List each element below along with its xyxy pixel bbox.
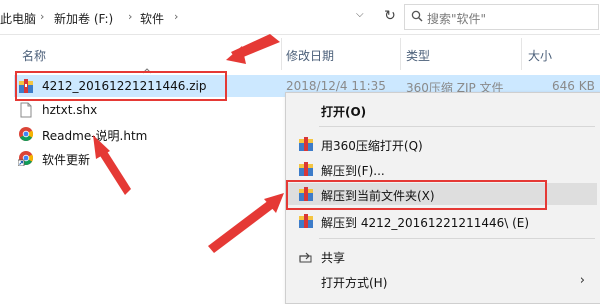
column-modified[interactable]: 修改日期 [286, 47, 334, 64]
breadcrumb-drive[interactable]: 新加卷 (F:) [54, 10, 113, 27]
submenu-arrow-icon: › [579, 273, 585, 288]
breadcrumb-separator-icon[interactable]: › [128, 10, 132, 23]
menu-item-share[interactable]: 共享 [288, 245, 597, 267]
column-type[interactable]: 类型 [406, 47, 430, 64]
menu-separator [319, 126, 595, 127]
zip-archive-icon [19, 79, 33, 93]
zip-archive-icon [299, 137, 313, 151]
refresh-icon[interactable]: ↻ [380, 6, 400, 26]
zip-archive-icon [299, 162, 313, 176]
menu-separator [319, 238, 595, 239]
address-dropdown-icon[interactable]: ⌵ [356, 9, 364, 20]
menu-item-extract-folder[interactable]: 解压到 4212_20161221211446\ (E) [288, 210, 597, 232]
menu-item-extract-here[interactable]: 解压到当前文件夹(X) [288, 183, 597, 205]
menu-item-open-360[interactable]: 用360压缩打开(Q) [288, 133, 597, 155]
menu-item-open-with[interactable]: 打开方式(H) › [288, 270, 597, 292]
column-divider[interactable] [281, 38, 282, 70]
search-input[interactable]: 搜索"软件" [404, 4, 599, 30]
blank-file-icon [20, 102, 32, 118]
file-row-readme[interactable]: Readme-说明.htm [14, 123, 274, 145]
zip-archive-icon [299, 187, 313, 201]
menu-item-open[interactable]: 打开(O) [288, 99, 597, 121]
zip-archive-icon [299, 214, 313, 228]
column-divider[interactable] [521, 38, 522, 70]
file-name: 4212_20161221211446.zip [42, 79, 207, 93]
breadcrumb-this-pc[interactable]: 此电脑 [0, 10, 36, 27]
breadcrumb-separator-icon[interactable]: › [40, 10, 44, 23]
chrome-shortcut-icon [18, 151, 33, 166]
chrome-html-icon [19, 127, 33, 141]
sort-ascending-icon [142, 68, 152, 74]
column-size[interactable]: 大小 [528, 47, 552, 64]
breadcrumb-folder[interactable]: 软件 [140, 10, 164, 27]
file-name: 软件更新 [42, 153, 91, 167]
file-size: 646 KB [552, 79, 595, 93]
column-name[interactable]: 名称 [22, 47, 46, 64]
search-icon [411, 10, 423, 22]
share-icon [299, 252, 312, 263]
file-modified: 2018/12/4 11:35 [286, 79, 386, 93]
file-name: hztxt.shx [42, 103, 98, 117]
column-header: 名称 修改日期 类型 大小 [0, 35, 600, 74]
search-placeholder: 搜索"软件" [427, 12, 487, 26]
file-row-shx[interactable]: hztxt.shx [14, 99, 274, 121]
column-divider[interactable] [400, 38, 401, 70]
annotation-arrow [208, 200, 275, 253]
context-menu: 打开(O) 用360压缩打开(Q) 解压到(F)... 解压到当前文件夹(X) … [285, 92, 600, 304]
file-name: Readme-说明.htm [42, 129, 148, 143]
annotation-arrow [264, 193, 284, 213]
address-bar: 此电脑 › 新加卷 (F:) › 软件 › ⌵ ↻ 搜索"软件" [0, 0, 600, 35]
menu-item-extract-to[interactable]: 解压到(F)... [288, 158, 597, 180]
breadcrumb-separator-icon[interactable]: › [174, 10, 178, 23]
file-row-update[interactable]: 软件更新 [14, 147, 274, 169]
